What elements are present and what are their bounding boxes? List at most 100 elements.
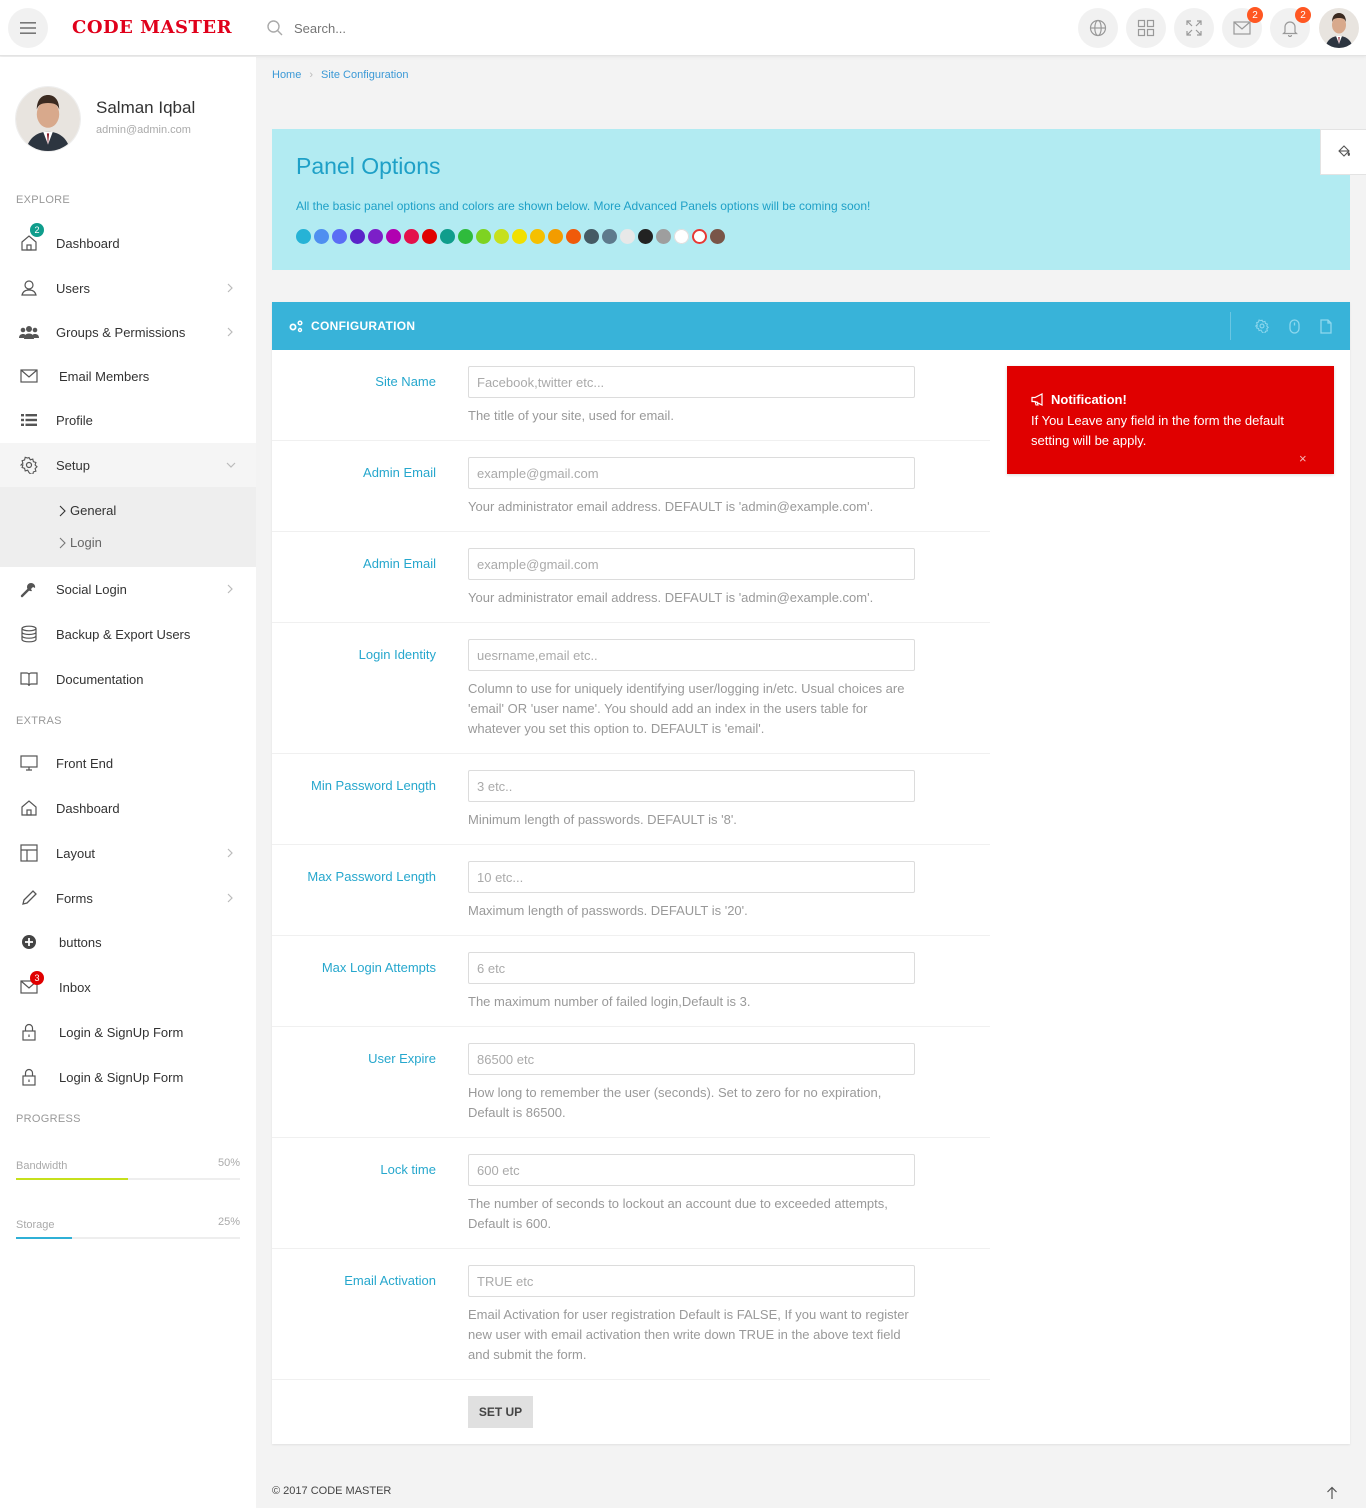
messages-button[interactable]: 2 xyxy=(1222,7,1263,48)
search-box[interactable] xyxy=(266,16,566,40)
color-swatch[interactable] xyxy=(620,229,635,244)
color-swatch[interactable] xyxy=(512,229,527,244)
sidebar-item-login-signup-1[interactable]: Login & SignUp Form xyxy=(0,1010,256,1054)
color-swatch[interactable] xyxy=(710,229,725,244)
app-logo[interactable]: CODE MASTER xyxy=(72,17,232,38)
sidebar-item-dashboard[interactable]: 2 Dashboard xyxy=(0,221,256,265)
submenu-item-general[interactable]: General xyxy=(58,503,116,518)
color-swatch[interactable] xyxy=(386,229,401,244)
color-swatch[interactable] xyxy=(332,229,347,244)
back-to-top-button[interactable] xyxy=(1326,1486,1340,1500)
sidebar-item-dashboard-2[interactable]: Dashboard xyxy=(0,786,256,830)
max-password-input[interactable] xyxy=(468,861,915,893)
expand-icon xyxy=(1186,20,1202,36)
plus-circle-icon xyxy=(18,931,40,953)
notification-close-button[interactable]: × xyxy=(1299,451,1307,466)
color-swatch[interactable] xyxy=(674,229,689,244)
sidebar-item-documentation[interactable]: Documentation xyxy=(0,657,256,701)
admin-email-input-2[interactable] xyxy=(468,548,915,580)
setup-submit-button[interactable]: SET UP xyxy=(468,1396,533,1428)
admin-email-input[interactable] xyxy=(468,457,915,489)
submenu-item-login[interactable]: Login xyxy=(58,535,102,550)
color-swatch[interactable] xyxy=(404,229,419,244)
chevron-down-icon xyxy=(226,457,238,473)
user-avatar[interactable] xyxy=(16,87,80,151)
sidebar-item-email-members[interactable]: Email Members xyxy=(0,354,256,398)
header-avatar[interactable] xyxy=(1319,8,1359,48)
sidebar-item-profile[interactable]: Profile xyxy=(0,398,256,442)
email-activation-input[interactable] xyxy=(468,1265,915,1297)
color-swatch[interactable] xyxy=(440,229,455,244)
sidebar-item-forms[interactable]: Forms xyxy=(0,876,256,920)
sidebar-item-label: Dashboard xyxy=(56,235,120,251)
color-swatch[interactable] xyxy=(530,229,545,244)
color-swatch[interactable] xyxy=(692,229,707,244)
color-swatch[interactable] xyxy=(638,229,653,244)
globe-icon xyxy=(1089,19,1107,37)
color-swatch[interactable] xyxy=(368,229,383,244)
inbox-badge: 3 xyxy=(30,971,44,985)
field-help: How long to remember the user (seconds).… xyxy=(468,1085,882,1120)
sidebar-item-label: Forms xyxy=(56,890,93,906)
color-swatch[interactable] xyxy=(584,229,599,244)
user-photo-icon xyxy=(1319,8,1359,48)
dashboard-badge: 2 xyxy=(30,223,44,237)
panel-refresh-button[interactable] xyxy=(1286,318,1302,334)
notification-body: If You Leave any field in the form the d… xyxy=(1031,413,1284,448)
user-expire-input[interactable] xyxy=(468,1043,915,1075)
color-swatch[interactable] xyxy=(422,229,437,244)
color-swatch[interactable] xyxy=(494,229,509,244)
notifications-button[interactable]: 2 xyxy=(1270,7,1311,48)
sidebar-item-label: Profile xyxy=(56,412,93,428)
header-divider xyxy=(1230,312,1231,340)
gear-icon xyxy=(1255,319,1269,333)
form-row-user-expire: User Expire How long to remember the use… xyxy=(272,1027,990,1138)
menu-toggle-button[interactable] xyxy=(8,8,48,48)
fullscreen-button[interactable] xyxy=(1174,8,1214,48)
min-password-input[interactable] xyxy=(468,770,915,802)
chevron-right-icon xyxy=(226,324,238,340)
color-swatch[interactable] xyxy=(548,229,563,244)
sidebar-item-inbox[interactable]: 3 Inbox xyxy=(0,965,256,1009)
lock-time-input[interactable] xyxy=(468,1154,915,1186)
field-help: Email Activation for user registration D… xyxy=(468,1307,909,1362)
panel-document-button[interactable] xyxy=(1318,318,1334,334)
sidebar-item-front-end[interactable]: Front End xyxy=(0,741,256,785)
breadcrumb-home[interactable]: Home xyxy=(272,69,301,81)
sidebar-item-social-login[interactable]: Social Login xyxy=(0,567,256,611)
sidebar-item-buttons[interactable]: buttons xyxy=(0,920,256,964)
form-row-lock-time: Lock time The number of seconds to locko… xyxy=(272,1138,990,1249)
cogs-icon xyxy=(288,319,304,336)
sidebar-item-label: Documentation xyxy=(56,671,144,687)
theme-settings-button[interactable] xyxy=(1320,129,1366,175)
field-label: Admin Email xyxy=(363,465,436,480)
site-name-input[interactable] xyxy=(468,366,915,398)
color-swatch[interactable] xyxy=(476,229,491,244)
panel-settings-button[interactable] xyxy=(1254,318,1270,334)
sidebar-item-backup[interactable]: Backup & Export Users xyxy=(0,612,256,656)
database-icon xyxy=(18,623,40,645)
color-swatch[interactable] xyxy=(656,229,671,244)
sidebar-item-users[interactable]: Users xyxy=(0,266,256,310)
sidebar-item-groups[interactable]: Groups & Permissions xyxy=(0,310,256,354)
sidebar-item-login-signup-2[interactable]: Login & SignUp Form xyxy=(0,1055,256,1099)
max-login-attempts-input[interactable] xyxy=(468,952,915,984)
color-swatch[interactable] xyxy=(602,229,617,244)
sidebar-item-layout[interactable]: Layout xyxy=(0,831,256,875)
breadcrumb-current[interactable]: Site Configuration xyxy=(321,69,408,81)
color-swatch[interactable] xyxy=(350,229,365,244)
language-button[interactable] xyxy=(1078,8,1118,48)
color-swatch[interactable] xyxy=(296,229,311,244)
color-swatch[interactable] xyxy=(314,229,329,244)
sidebar-item-setup[interactable]: Setup xyxy=(0,443,256,487)
configuration-header: CONFIGURATION xyxy=(272,302,1350,350)
apps-button[interactable] xyxy=(1126,8,1166,48)
megaphone-icon xyxy=(1031,393,1043,406)
search-input[interactable] xyxy=(294,20,544,36)
color-swatch[interactable] xyxy=(566,229,581,244)
wrench-icon xyxy=(18,578,40,600)
chevron-right-icon xyxy=(226,581,238,597)
color-swatch[interactable] xyxy=(458,229,473,244)
sidebar-item-label: buttons xyxy=(59,934,102,950)
login-identity-input[interactable] xyxy=(468,639,915,671)
